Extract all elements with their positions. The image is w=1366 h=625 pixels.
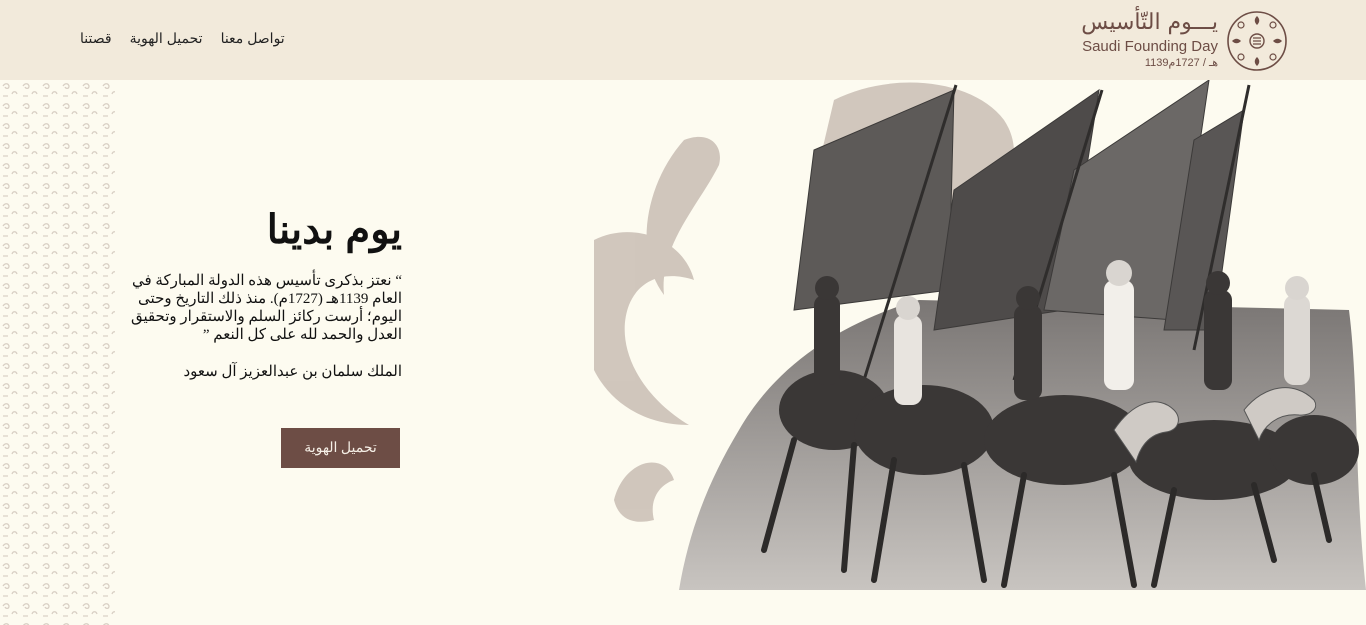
hero-quote: “ نعتز بذكرى تأسيس هذه الدولة المباركة ف… bbox=[130, 273, 402, 343]
logo-dates: 1139هـ / 1727م bbox=[1144, 57, 1218, 69]
hero-image bbox=[594, 80, 1366, 590]
logo-title-ar: يـــوم التّأسيس bbox=[1081, 10, 1218, 35]
quote-author: الملك سلمان بن عبدالعزيز آل سعود bbox=[183, 364, 402, 380]
logo-title-en: Saudi Founding Day bbox=[1082, 38, 1218, 55]
nav-contact-us[interactable]: تواصل معنا bbox=[221, 30, 285, 47]
hero-title: يوم بدينا bbox=[266, 208, 402, 252]
decorative-pattern bbox=[0, 80, 115, 625]
download-identity-button[interactable]: تحميل الهوية bbox=[281, 428, 400, 468]
emblem-icon bbox=[1227, 11, 1287, 71]
logo[interactable]: يـــوم التّأسيس Saudi Founding Day 1139ه… bbox=[1081, 10, 1288, 72]
nav-download-identity[interactable]: تحميل الهوية bbox=[130, 30, 203, 47]
site-header: قصتنا تحميل الهوية تواصل معنا يـــوم الت… bbox=[0, 0, 1366, 80]
nav-our-story[interactable]: قصتنا bbox=[80, 30, 112, 47]
main-nav: قصتنا تحميل الهوية تواصل معنا bbox=[80, 30, 285, 47]
hero-content: يوم بدينا “ نعتز بذكرى تأسيس هذه الدولة … bbox=[100, 200, 402, 381]
